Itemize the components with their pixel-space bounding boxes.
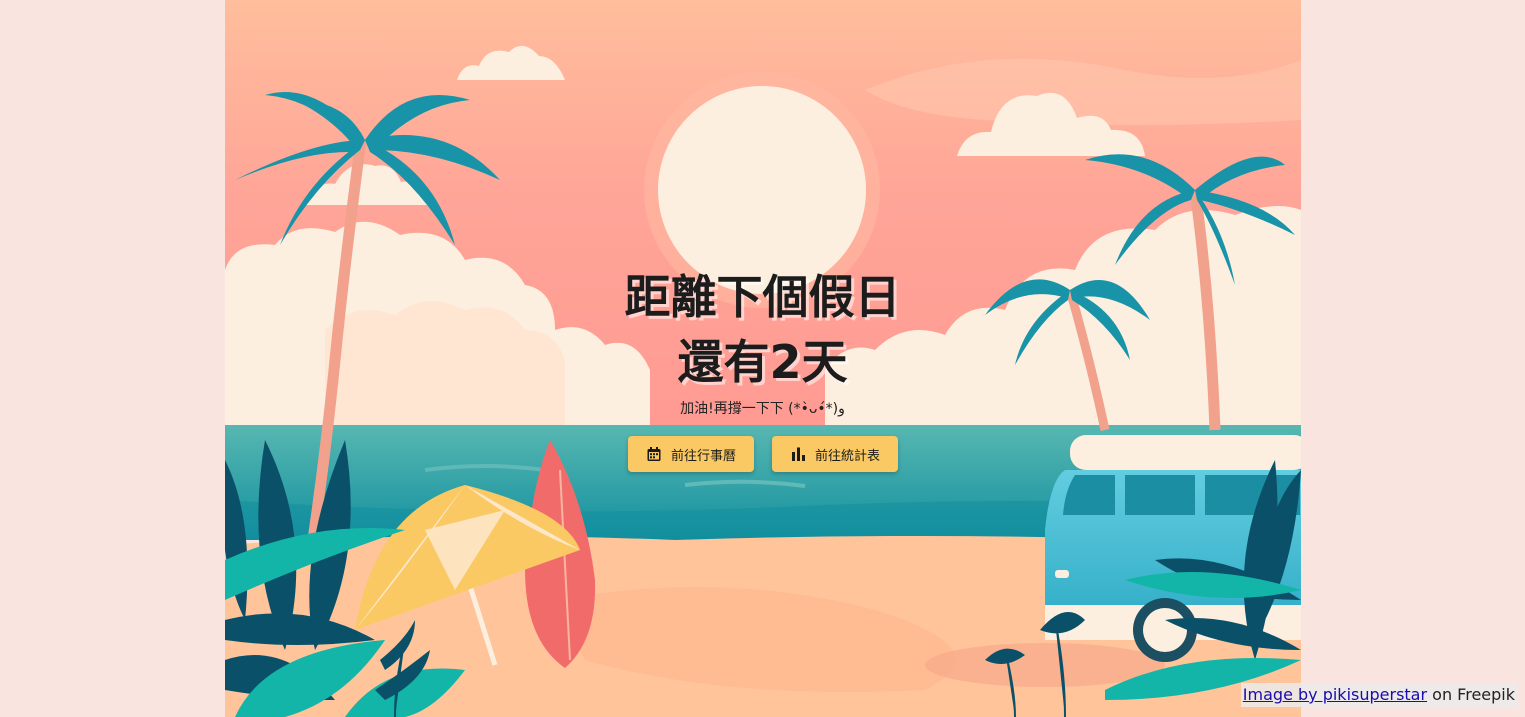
image-credit-suffix: on Freepik (1432, 685, 1515, 704)
image-credit: Image by pikisuperstar on Freepik (1240, 683, 1517, 707)
go-to-statistics-label: 前往統計表 (814, 448, 880, 464)
calendar-icon (646, 446, 662, 462)
go-to-calendar-label: 前往行事曆 (670, 448, 736, 464)
bar-chart-icon (790, 446, 806, 462)
beach-scene-svg (225, 0, 1301, 717)
image-credit-link[interactable]: Image by pikisuperstar (1243, 685, 1427, 704)
go-to-statistics-button[interactable]: 前往統計表 (772, 436, 898, 472)
beach-background-illustration (225, 0, 1301, 717)
go-to-calendar-button[interactable]: 前往行事曆 (628, 436, 754, 472)
